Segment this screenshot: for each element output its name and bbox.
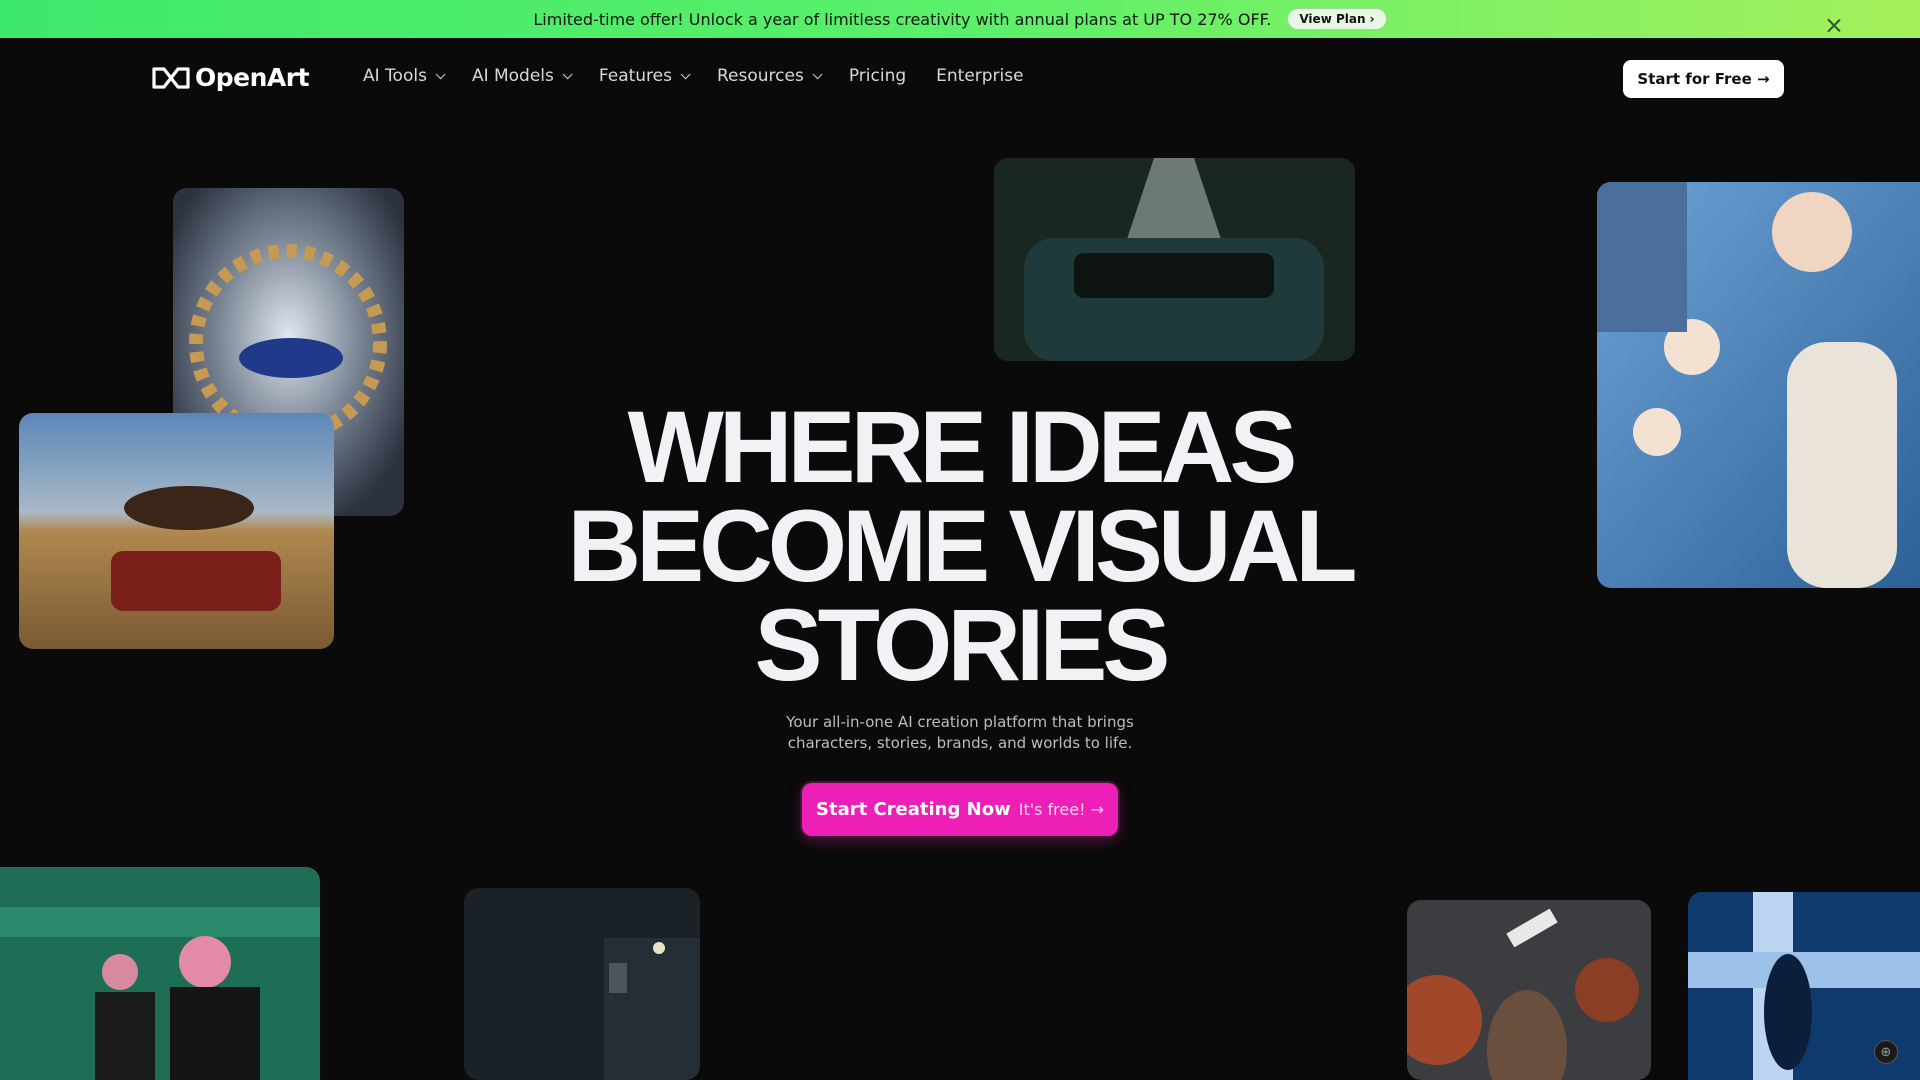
top-nav: OpenArt AI Tools AI Models Features Reso… [0, 38, 1920, 118]
infinity-logo-icon [152, 66, 190, 89]
nav-item-features[interactable]: Features [598, 66, 691, 86]
cta-main-label: Start Creating Now [816, 799, 1011, 820]
nav-item-label: AI Models [471, 66, 554, 86]
nav-item-resources[interactable]: Resources [717, 66, 823, 86]
logo-text: OpenArt [195, 63, 310, 92]
hero-subtitle: Your all-in-one AI creation platform tha… [710, 712, 1210, 754]
nav-item-enterprise[interactable]: Enterprise [936, 66, 1023, 86]
nav-item-pricing[interactable]: Pricing [849, 66, 906, 86]
hero-title-line: STORIES [754, 588, 1171, 702]
openart-logo[interactable]: OpenArt [150, 63, 310, 92]
close-icon[interactable] [1824, 16, 1844, 36]
chevron-down-icon [680, 68, 691, 79]
nav-item-ai-tools[interactable]: AI Tools [363, 66, 446, 86]
chevron-down-icon [812, 68, 823, 79]
view-plan-button[interactable]: View Plan › [1287, 8, 1387, 30]
start-creating-button[interactable]: Start Creating Now It's free! → [802, 783, 1118, 836]
hero-subtitle-line: characters, stories, brands, and worlds … [787, 734, 1133, 752]
promo-text: Limited-time offer! Unlock a year of lim… [533, 9, 1272, 29]
hero-title-line: WHERE IDEAS [627, 390, 1298, 504]
promo-banner: Limited-time offer! Unlock a year of lim… [0, 0, 1920, 38]
nav-item-label: AI Tools [363, 66, 427, 86]
hero-title: WHERE IDEAS BECOME VISUAL STORIES [460, 390, 1460, 702]
chevron-down-icon [435, 68, 446, 79]
hero-title-line: BECOME VISUAL [567, 489, 1357, 603]
tile-rain-bus-stop-image [464, 888, 700, 1080]
chevron-down-icon [562, 68, 573, 79]
nav-item-label: Pricing [848, 66, 907, 86]
tile-horse-car-image [19, 413, 334, 649]
start-for-free-button[interactable]: Start for Free → [1623, 60, 1784, 98]
tile-car-night-image [994, 158, 1355, 361]
nav-item-label: Enterprise [936, 66, 1024, 86]
hero-subtitle-line: Your all-in-one AI creation platform tha… [786, 713, 1134, 731]
tile-green-lockers-image [0, 867, 320, 1080]
main-menu: AI Tools AI Models Features Resources Pr… [363, 66, 1054, 86]
cta-free-label: It's free! → [1018, 800, 1104, 819]
nav-item-label: Features [598, 66, 672, 86]
nav-item-ai-models[interactable]: AI Models [471, 66, 573, 86]
tile-basketball-image [1407, 900, 1651, 1080]
globe-icon[interactable]: ⊕ [1874, 1040, 1898, 1064]
nav-item-label: Resources [717, 66, 804, 86]
tile-flowers-bride-image [1597, 182, 1920, 588]
